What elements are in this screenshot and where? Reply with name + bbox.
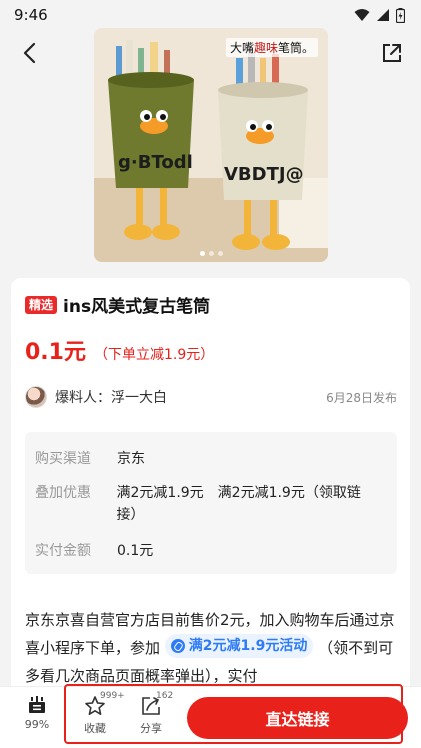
cellular-signal-icon xyxy=(377,9,389,21)
info-value[interactable]: 满2元减1.9元 满2元减1.9元（领取链接） xyxy=(117,482,366,526)
author-name[interactable]: 爆料人：浮一大白 xyxy=(55,387,167,407)
info-row-discount: 叠加优惠 满2元减1.9元 满2元减1.9元（领取链接） xyxy=(35,482,365,526)
carousel-dots xyxy=(94,251,328,256)
featured-badge: 精选 xyxy=(25,295,58,314)
product-card: 精选 ins风美式复古笔筒 0.1元 （下单立减1.9元） 爆料人：浮一大白 6… xyxy=(11,278,410,748)
carousel-dot[interactable] xyxy=(199,251,205,256)
promo-label: 满2元减1.9元活动 xyxy=(188,638,308,654)
favorite-label: 收藏 xyxy=(84,722,106,735)
product-title: ins风美式复古笔筒 xyxy=(63,297,211,317)
product-price: 0.1元 xyxy=(25,340,86,365)
share-icon xyxy=(142,697,160,715)
direct-link-button[interactable]: 直达链接 xyxy=(187,697,408,739)
price-note: （下单立减1.9元） xyxy=(93,347,215,363)
promo-link[interactable]: 满2元减1.9元活动 xyxy=(164,634,314,658)
carousel-dot[interactable] xyxy=(217,251,223,256)
info-key: 叠加优惠 xyxy=(35,485,91,501)
carousel-dot[interactable] xyxy=(208,251,214,256)
post-date: 6月28日发布 xyxy=(326,390,397,405)
savings-percent: 99% xyxy=(24,718,50,731)
savings-icon xyxy=(29,696,45,713)
back-arrow-icon xyxy=(23,42,36,64)
info-value: 京东 xyxy=(117,451,145,467)
share-action-button[interactable]: 分享 xyxy=(134,695,168,736)
info-value: 0.1元 xyxy=(117,543,154,559)
status-bar: 9:46 xyxy=(0,0,421,30)
purchase-info-box: 购买渠道 京东 叠加优惠 满2元减1.9元 满2元减1.9元（领取链接） 实付金… xyxy=(25,432,397,574)
status-icons xyxy=(354,7,405,23)
external-share-icon xyxy=(383,44,401,62)
top-nav xyxy=(0,30,421,76)
info-row-paid: 实付金额 0.1元 xyxy=(35,540,153,562)
description: 京东京喜自营官方店目前售价2元，加入购物车后通过京喜小程序下单，参加 满2元减1… xyxy=(25,606,401,690)
savings-indicator[interactable]: 99% xyxy=(22,695,52,731)
info-key: 实付金额 xyxy=(35,543,91,559)
favorite-button[interactable]: 收藏 xyxy=(78,695,112,736)
svg-text:VBDTJ@: VBDTJ@ xyxy=(224,164,304,185)
avatar[interactable] xyxy=(25,386,47,408)
svg-text:g·BTodl: g·BTodl xyxy=(118,152,193,173)
bottom-action-bar: 99% 999+ 收藏 162 分享 直达链接 xyxy=(0,686,421,748)
title-row: 精选 ins风美式复古笔筒 xyxy=(25,292,210,317)
status-time: 9:46 xyxy=(14,6,48,24)
battery-icon xyxy=(396,7,405,23)
share-button[interactable] xyxy=(377,38,407,68)
wifi-icon xyxy=(354,9,370,21)
info-row-channel: 购买渠道 京东 xyxy=(35,448,145,470)
info-key: 购买渠道 xyxy=(35,451,91,467)
price-row: 0.1元 （下单立减1.9元） xyxy=(25,334,214,366)
coupon-icon xyxy=(170,639,185,653)
author-row[interactable]: 爆料人：浮一大白 6月28日发布 xyxy=(25,384,397,410)
star-icon xyxy=(85,696,105,715)
back-button[interactable] xyxy=(14,38,44,68)
share-label: 分享 xyxy=(140,722,162,735)
